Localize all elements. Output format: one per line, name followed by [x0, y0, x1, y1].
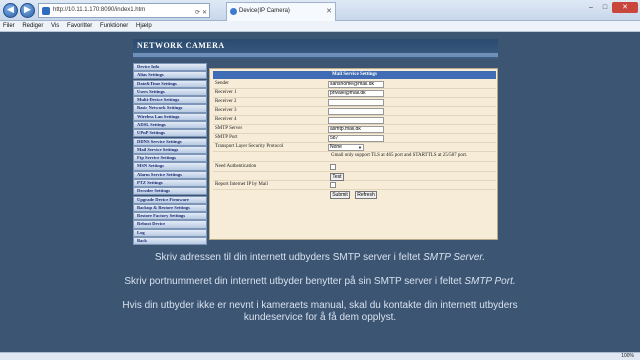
- browser-tab[interactable]: Device(IP Camera) ✕: [226, 2, 336, 21]
- sidebar-item-decoder[interactable]: Decoder Settings: [133, 187, 207, 196]
- receiver3-row: Receiver 3: [213, 107, 496, 116]
- sidebar-item-datetime[interactable]: Date&Time Settings: [133, 79, 207, 88]
- browser-toolbar: ◀ ▶ http://10.11.1.170:8090/index1.htm ⟳…: [0, 0, 640, 21]
- sidebar-item-ddns[interactable]: DDNS Service Settings: [133, 137, 207, 146]
- receiver3-label: Receiver 3: [215, 108, 237, 113]
- smtp-port-input[interactable]: 587: [328, 134, 384, 142]
- tab-favicon-icon: [230, 8, 237, 15]
- sender-row: Sender sahshome@mail.dk: [213, 80, 496, 89]
- receiver1-input[interactable]: privale@mail.dk: [328, 89, 384, 97]
- sidebar-item-upnp[interactable]: UPnP Settings: [133, 129, 207, 138]
- tls-select[interactable]: None ▼: [328, 143, 364, 151]
- gmail-note: Gmail only support TLS at 465 port and S…: [331, 153, 468, 158]
- back-button[interactable]: ◀: [3, 3, 18, 18]
- smtp-server-input[interactable]: asmtp.mail.dk: [328, 125, 384, 133]
- header-bar: [133, 53, 498, 57]
- sidebar-item-back[interactable]: Back: [133, 236, 207, 246]
- subtitle-2-emphasis: SMTP Port.: [464, 276, 516, 287]
- receiver4-label: Receiver 4: [215, 117, 237, 122]
- address-text: http://10.11.1.170:8090/index1.htm: [53, 7, 146, 13]
- menu-favorites[interactable]: Favoritter: [64, 21, 95, 31]
- sidebar-item-reboot[interactable]: Reboot Device: [133, 220, 207, 229]
- receiver3-input[interactable]: [328, 107, 384, 115]
- menu-view[interactable]: Vis: [48, 21, 62, 31]
- sender-label: Sender: [215, 81, 229, 86]
- sidebar-item-mail[interactable]: Mail Service Settings: [133, 145, 207, 154]
- sidebar-item-device-info[interactable]: Device Info: [133, 63, 207, 72]
- subtitle-2-text: Skriv portnummeret din internett utbyder…: [124, 276, 465, 287]
- subtitle-line-3b: kundeservice for å få dem opplyst.: [243, 312, 397, 323]
- smtp-port-label: SMTP Port: [215, 135, 238, 140]
- sidebar-item-adsl[interactable]: ADSL Settings: [133, 120, 207, 130]
- test-row: Test: [213, 172, 496, 181]
- sidebar-item-basic-network[interactable]: Basic Network Settings: [133, 104, 207, 113]
- sender-input[interactable]: sahshome@mail.dk: [328, 80, 384, 88]
- smtp-port-row: SMTP Port 587: [213, 134, 496, 143]
- receiver1-row: Receiver 1 privale@mail.dk: [213, 89, 496, 98]
- smtp-server-label: SMTP Server: [215, 126, 243, 131]
- receiver2-label: Receiver 2: [215, 99, 237, 104]
- menu-bar: Filer Rediger Vis Favoritter Funktioner …: [0, 21, 640, 32]
- subtitle-1-text: Skriv adressen til din internett udbyder…: [154, 252, 424, 263]
- actions-row: Submit Refresh: [213, 190, 496, 199]
- auth-label: Need Authentication: [215, 164, 257, 169]
- receiver4-row: Receiver 4: [213, 116, 496, 125]
- maximize-button[interactable]: □: [598, 2, 612, 13]
- menu-file[interactable]: Filer: [0, 21, 18, 31]
- refresh-button[interactable]: Refresh: [355, 190, 377, 199]
- sidebar-item-users[interactable]: Users Settings: [133, 87, 207, 97]
- sidebar-item-ptz[interactable]: PTZ Settings: [133, 178, 207, 188]
- menu-tools[interactable]: Funktioner: [97, 21, 131, 31]
- chevron-down-icon: ▼: [358, 144, 362, 150]
- sidebar-item-wireless[interactable]: Wireless Lan Settings: [133, 112, 207, 121]
- refresh-icon[interactable]: ⟳ ✕: [195, 6, 207, 19]
- auth-checkbox[interactable]: [330, 164, 336, 170]
- sidebar-item-backup[interactable]: Backup & Restore Settings: [133, 203, 207, 212]
- tls-label: Transport Layer Security Protocol: [215, 144, 284, 149]
- tab-close-icon[interactable]: ✕: [326, 3, 332, 20]
- subtitle-line-1: Skriv adressen til din internett udbyder…: [0, 252, 640, 264]
- receiver2-input[interactable]: [328, 98, 384, 106]
- receiver4-input[interactable]: [328, 116, 384, 124]
- minimize-button[interactable]: –: [584, 2, 598, 13]
- status-bar: 100%: [0, 352, 640, 360]
- sidebar-item-multi-device[interactable]: Multi-Device Settings: [133, 96, 207, 105]
- tls-select-value: None: [330, 143, 342, 150]
- subtitle-line-3a: Hvis din utbyder ikke er nevnt i kamerae…: [122, 300, 518, 311]
- test-button[interactable]: Test: [330, 172, 344, 181]
- sidebar-item-log[interactable]: Log: [133, 228, 207, 237]
- mail-settings-panel: Mail Service Settings Sender sahshome@ma…: [209, 68, 498, 240]
- address-bar[interactable]: http://10.11.1.170:8090/index1.htm ⟳ ✕: [38, 3, 210, 18]
- gmail-note-row: Gmail only support TLS at 465 port and S…: [213, 152, 496, 162]
- report-ip-checkbox[interactable]: [330, 182, 336, 188]
- menu-help[interactable]: Hjælp: [133, 21, 155, 31]
- sidebar-item-alarm[interactable]: Alarm Service Settings: [133, 170, 207, 179]
- receiver1-label: Receiver 1: [215, 90, 237, 95]
- tab-title: Device(IP Camera): [239, 8, 290, 14]
- sidebar-item-firmware[interactable]: Upgrade Device Firmware: [133, 195, 207, 204]
- menu-edit[interactable]: Rediger: [19, 21, 46, 31]
- panel-title: Mail Service Settings: [213, 71, 496, 79]
- smtp-server-row: SMTP Server asmtp.mail.dk: [213, 125, 496, 134]
- zoom-level[interactable]: 100%: [621, 353, 634, 360]
- subtitle-1-emphasis: SMTP Server.: [423, 252, 486, 263]
- forward-button[interactable]: ▶: [20, 3, 35, 18]
- close-window-button[interactable]: ✕: [612, 2, 638, 13]
- receiver2-row: Receiver 2: [213, 98, 496, 107]
- settings-sidebar: Device Info Alias Settings Date&Time Set…: [133, 63, 207, 246]
- sidebar-item-factory[interactable]: Restore Factory Settings: [133, 212, 207, 221]
- tls-row: Transport Layer Security Protocol None ▼: [213, 143, 496, 152]
- sidebar-item-msn[interactable]: MSN Settings: [133, 162, 207, 171]
- browser-window: ◀ ▶ http://10.11.1.170:8090/index1.htm ⟳…: [0, 0, 640, 360]
- report-ip-label: Report Internet IP by Mail: [215, 182, 268, 187]
- auth-row: Need Authentication: [213, 163, 496, 172]
- report-ip-row: Report Internet IP by Mail: [213, 181, 496, 190]
- sidebar-item-ftp[interactable]: Ftp Service Settings: [133, 154, 207, 163]
- subtitle-line-2: Skriv portnummeret din internett utbyder…: [0, 276, 640, 288]
- camera-page: NETWORK CAMERA Device Info Alias Setting…: [0, 32, 640, 360]
- submit-button[interactable]: Submit: [330, 190, 350, 199]
- page-icon: [42, 7, 50, 15]
- sidebar-item-alias[interactable]: Alias Settings: [133, 71, 207, 80]
